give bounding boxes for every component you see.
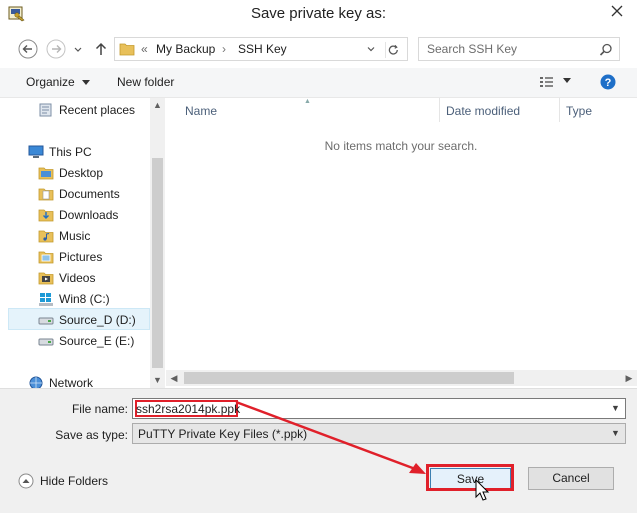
scroll-up-icon[interactable]: ▲ (150, 98, 165, 113)
new-folder-button[interactable]: New folder (117, 75, 174, 89)
folder-icon (38, 188, 54, 201)
forward-icon[interactable] (46, 39, 66, 59)
command-toolbar: Organize New folder ? (0, 68, 637, 98)
recent-locations-chevron-icon[interactable] (72, 39, 84, 59)
save-as-type-select[interactable]: PuTTY Private Key Files (*.ppk) ▼ (132, 423, 626, 444)
computer-icon (28, 145, 44, 158)
folder-icon (38, 251, 54, 264)
sort-indicator-icon: ▲ (304, 98, 311, 105)
scroll-right-icon[interactable]: ▶ (621, 370, 637, 386)
cancel-button[interactable]: Cancel (528, 467, 614, 490)
help-icon[interactable]: ? (600, 74, 616, 90)
folder-icon (38, 272, 54, 285)
search-box[interactable]: Search SSH Key (418, 37, 620, 61)
window-title: Save private key as: (250, 5, 387, 22)
drive-icon (38, 317, 54, 325)
annotation-highlight-box (426, 464, 514, 491)
title-bar: Save private key as: (0, 0, 637, 30)
column-header-date-modified[interactable]: Date modified (446, 104, 520, 118)
refresh-icon[interactable] (385, 42, 401, 58)
empty-folder-message: No items match your search. (324, 139, 478, 153)
chevron-up-circle-icon (18, 473, 34, 489)
column-divider[interactable] (439, 98, 440, 122)
close-icon[interactable] (603, 0, 631, 22)
network-icon (29, 376, 43, 388)
search-icon[interactable] (599, 43, 613, 57)
save-as-type-label: Save as type: (55, 428, 128, 442)
chevron-down-icon[interactable] (563, 78, 571, 84)
folder-icon (38, 230, 54, 243)
navigation-bar: « My Backup › SSH Key Search SSH Key (0, 30, 637, 68)
search-placeholder[interactable]: Search SSH Key (427, 42, 517, 56)
breadcrumb-my-backup[interactable]: My Backup (156, 42, 215, 56)
folder-icon (119, 43, 135, 56)
back-icon[interactable] (18, 39, 38, 59)
scroll-left-icon[interactable]: ◀ (166, 370, 182, 386)
column-header-type[interactable]: Type (566, 104, 592, 118)
breadcrumb-overflow[interactable]: « (141, 42, 148, 56)
scrollbar-thumb[interactable] (152, 158, 163, 368)
drive-icon (38, 338, 54, 346)
file-list-horizontal-scrollbar[interactable]: ◀ ▶ (166, 370, 637, 386)
folder-icon (38, 209, 54, 222)
navigation-pane: Recent places This PC Desktop Documents … (0, 98, 150, 388)
column-divider[interactable] (559, 98, 560, 122)
column-header-name[interactable]: Name (185, 104, 217, 118)
scrollbar-thumb[interactable] (184, 372, 514, 384)
organize-label: Organize (26, 75, 75, 89)
chevron-down-icon[interactable]: ▼ (608, 426, 623, 441)
folder-icon (38, 167, 54, 180)
chevron-down-icon[interactable]: ▼ (608, 401, 623, 416)
navigation-vertical-scrollbar[interactable]: ▲ ▼ (150, 98, 165, 388)
file-name-label: File name: (71, 402, 128, 416)
address-bar[interactable]: « My Backup › SSH Key (114, 37, 408, 61)
view-options-icon[interactable] (539, 74, 555, 90)
chevron-down-icon (82, 79, 91, 85)
up-arrow-icon[interactable] (93, 39, 109, 59)
save-as-type-value[interactable]: PuTTY Private Key Files (*.ppk) (138, 427, 307, 441)
file-name-value[interactable]: ssh2rsa2014pk.ppk (136, 402, 240, 416)
windows-drive-icon (39, 293, 53, 306)
svg-text:?: ? (605, 77, 612, 89)
recent-places-icon (39, 103, 52, 117)
nav-item-source-d[interactable]: Source_D (D:) (8, 308, 150, 330)
breadcrumb-separator-icon: › (222, 42, 226, 56)
breadcrumb-ssh-key[interactable]: SSH Key (238, 42, 287, 56)
scroll-down-icon[interactable]: ▼ (150, 373, 165, 388)
file-list: ▲ Name Date modified Type No items match… (166, 98, 637, 388)
organize-button[interactable]: Organize (26, 75, 91, 89)
file-name-input[interactable]: ssh2rsa2014pk.ppk ▼ (132, 398, 626, 419)
save-form-panel: File name: ssh2rsa2014pk.ppk ▼ Save as t… (0, 388, 637, 513)
chevron-down-icon[interactable] (365, 43, 377, 55)
